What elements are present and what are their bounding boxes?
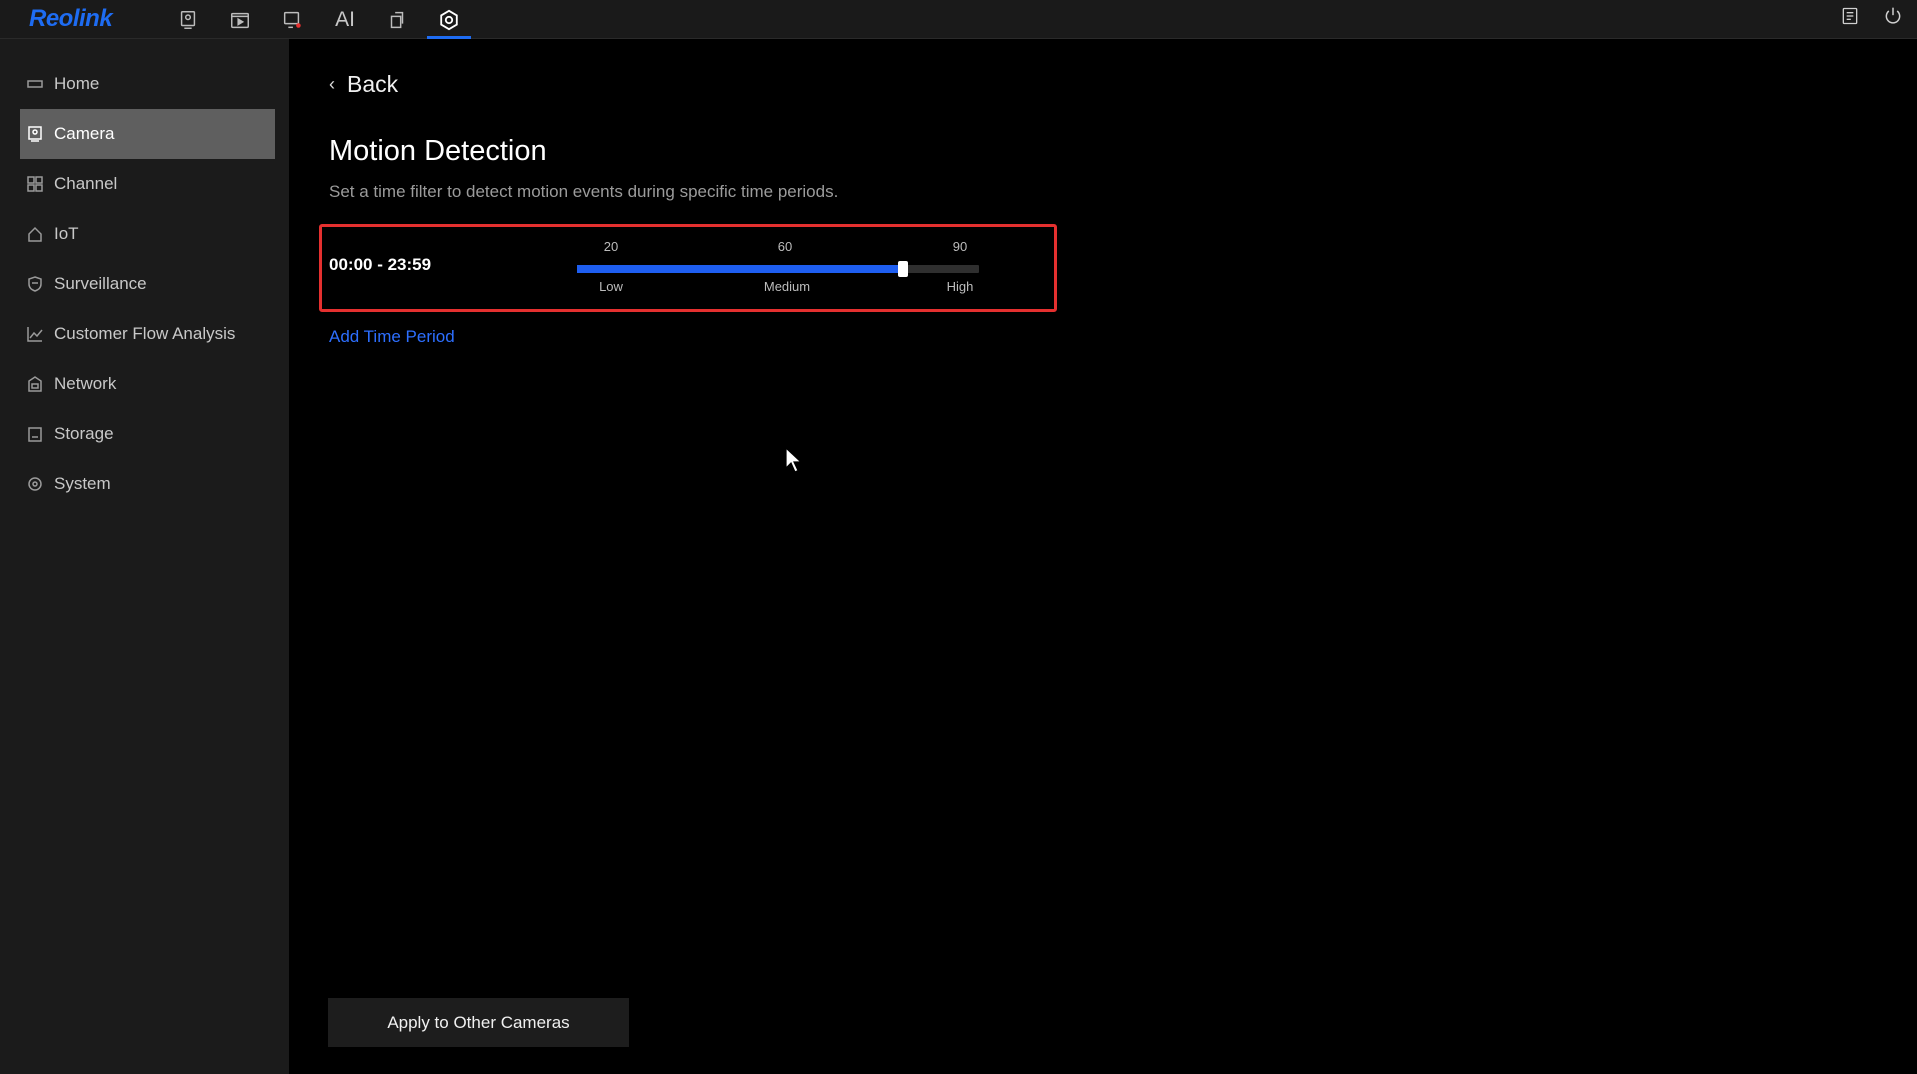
chart-icon xyxy=(26,325,44,343)
sidebar-item-network[interactable]: Network xyxy=(20,359,275,409)
sidebar-item-label: System xyxy=(54,474,111,493)
sidebar-item-system[interactable]: System xyxy=(20,459,275,509)
power-icon[interactable] xyxy=(1875,0,1911,32)
ai-tab[interactable]: AI xyxy=(323,0,367,39)
page-subtitle: Set a time filter to detect motion event… xyxy=(329,182,839,201)
live-view-icon[interactable] xyxy=(166,0,210,39)
reolink-logo: Reolink xyxy=(29,5,113,32)
slider-track[interactable] xyxy=(577,261,979,277)
tick-label-top: 60 xyxy=(777,239,793,254)
add-time-period-link[interactable]: Add Time Period xyxy=(329,327,455,347)
apply-to-other-cameras-button[interactable]: Apply to Other Cameras xyxy=(328,998,629,1047)
settings-icon[interactable] xyxy=(427,0,471,39)
slider-fill xyxy=(577,265,903,273)
sidebar-item-storage[interactable]: Storage xyxy=(20,409,275,459)
sidebar-item-label: Storage xyxy=(54,424,114,443)
grid-icon xyxy=(26,175,44,193)
camera-icon xyxy=(26,125,44,143)
sidebar: Home Camera Channel IoT Surveillance Cus… xyxy=(0,39,289,1074)
notes-icon[interactable] xyxy=(1832,0,1868,32)
top-bar: Reolink AI xyxy=(0,0,1917,39)
sidebar-item-label: Camera xyxy=(54,124,115,143)
mouse-cursor-icon xyxy=(785,447,803,473)
shield-icon xyxy=(26,275,44,293)
back-button[interactable]: ‹ Back xyxy=(329,71,398,98)
tick-label-bottom: Medium xyxy=(763,279,811,294)
sensitivity-slider[interactable]: 20 60 90 Low Medium High xyxy=(577,239,979,303)
sidebar-item-customer-flow-analysis[interactable]: Customer Flow Analysis xyxy=(20,309,275,359)
home-rect-icon xyxy=(26,75,44,93)
tick-label-top: 20 xyxy=(603,239,619,254)
back-label: Back xyxy=(347,71,399,97)
sidebar-item-camera[interactable]: Camera xyxy=(20,109,275,159)
time-range[interactable]: 00:00 - 23:59 xyxy=(329,255,431,275)
sidebar-item-label: Home xyxy=(54,74,100,93)
sidebar-item-label: Channel xyxy=(54,174,118,193)
time-period-row[interactable]: 00:00 - 23:59 20 60 90 Low Medium High xyxy=(319,224,1057,312)
house-icon xyxy=(26,225,44,243)
sidebar-item-label: Surveillance xyxy=(54,274,147,293)
sidebar-item-label: IoT xyxy=(54,224,79,243)
sidebar-item-surveillance[interactable]: Surveillance xyxy=(20,259,275,309)
network-icon xyxy=(26,375,44,393)
devices-icon[interactable] xyxy=(375,0,419,39)
slider-thumb[interactable] xyxy=(898,261,908,277)
tick-label-bottom: Low xyxy=(599,279,623,294)
sidebar-item-label: Customer Flow Analysis xyxy=(54,324,236,343)
tick-label-bottom: High xyxy=(946,279,974,294)
tick-label-top: 90 xyxy=(952,239,968,254)
playback-icon[interactable] xyxy=(218,0,262,39)
page-title: Motion Detection xyxy=(329,135,547,167)
main-content: ‹ Back Motion Detection Set a time filte… xyxy=(289,39,1917,1074)
chevron-left-icon: ‹ xyxy=(329,74,335,94)
sidebar-item-label: Network xyxy=(54,374,117,393)
sidebar-item-iot[interactable]: IoT xyxy=(20,209,275,259)
gear-icon xyxy=(26,475,44,493)
alarm-icon[interactable] xyxy=(270,0,314,39)
storage-icon xyxy=(26,425,44,443)
sidebar-item-home[interactable]: Home xyxy=(20,59,275,109)
sidebar-item-channel[interactable]: Channel xyxy=(20,159,275,209)
